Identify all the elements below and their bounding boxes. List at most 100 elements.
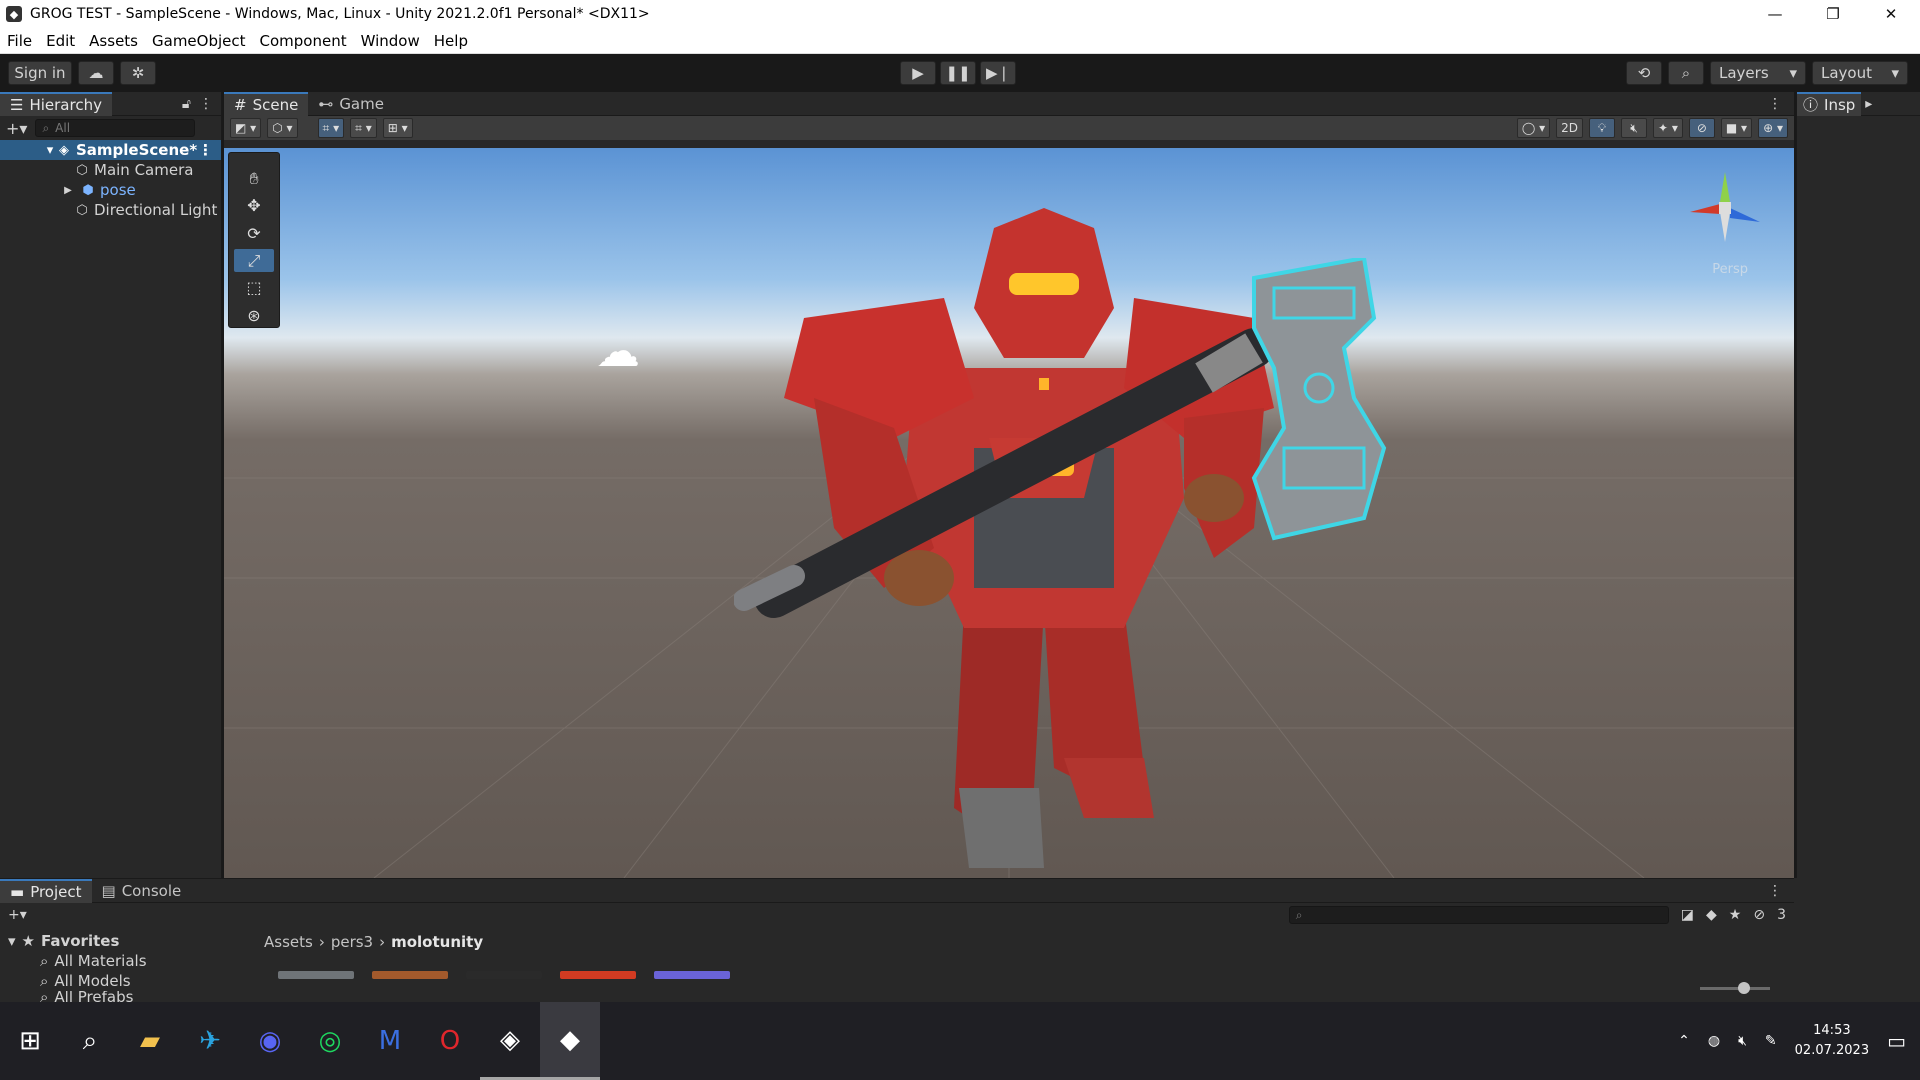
breadcrumb-item-current[interactable]: molotunity: [391, 933, 483, 951]
snap-increment-dropdown[interactable]: ⌗ ▾: [350, 118, 377, 138]
move-tool-icon[interactable]: ✥: [234, 194, 274, 217]
unity-editor-icon[interactable]: ◆: [540, 1002, 600, 1080]
minimize-button[interactable]: —: [1746, 0, 1804, 28]
asset-thumbnail[interactable]: [278, 971, 354, 979]
pause-button[interactable]: ❚❚: [940, 61, 976, 85]
project-search-input[interactable]: ⌕: [1288, 906, 1669, 924]
asset-thumbnail[interactable]: [372, 971, 448, 979]
hand-tool-icon[interactable]: ✋︎: [234, 167, 274, 190]
favorites-header[interactable]: ▾ ★ Favorites: [0, 931, 250, 951]
windows-start-icon[interactable]: ⊞: [0, 1002, 60, 1080]
history-icon[interactable]: ⟲: [1626, 61, 1662, 85]
asset-thumbnail[interactable]: [654, 971, 730, 979]
cloud-icon[interactable]: ☁: [78, 61, 114, 85]
camera-gizmo-icon[interactable]: ☁: [596, 326, 640, 377]
render-mode-dropdown[interactable]: ⬡ ▾: [267, 118, 298, 138]
notifications-icon[interactable]: ▭: [1887, 1029, 1906, 1053]
menu-assets[interactable]: Assets: [82, 32, 145, 50]
lock-icon[interactable]: 🔓︎: [182, 96, 199, 112]
effects-dropdown[interactable]: ✦ ▾: [1653, 118, 1683, 138]
tab-scene[interactable]: # Scene: [224, 91, 309, 116]
shading-dropdown[interactable]: ◯ ▾: [1516, 118, 1551, 138]
transform-tool-icon[interactable]: ⊛: [234, 304, 274, 327]
layers-dropdown[interactable]: Layers ▾: [1710, 61, 1806, 85]
add-icon[interactable]: +▾: [6, 119, 27, 138]
toggle-2d-button[interactable]: 2D: [1556, 118, 1583, 138]
lighting-toggle-icon[interactable]: 💡︎: [1589, 118, 1615, 138]
tab-inspector[interactable]: ⓘ Insp: [1797, 91, 1862, 116]
close-button[interactable]: ✕: [1862, 0, 1920, 28]
hierarchy-item-directional-light[interactable]: ⬡ Directional Light: [0, 200, 221, 220]
restore-button[interactable]: ❐: [1804, 0, 1862, 28]
menu-edit[interactable]: Edit: [39, 32, 82, 50]
file-explorer-icon[interactable]: ▰: [120, 1002, 180, 1080]
camera-dropdown[interactable]: ■ ▾: [1720, 118, 1753, 138]
malwarebytes-icon[interactable]: M: [360, 1002, 420, 1080]
favorite-item[interactable]: ⌕ All Models: [0, 971, 250, 991]
discord-icon[interactable]: ◉: [240, 1002, 300, 1080]
rect-tool-icon[interactable]: ⬚: [234, 276, 274, 299]
grid-visibility-dropdown[interactable]: ⊞ ▾: [382, 118, 413, 138]
filter-label-icon[interactable]: ◆: [1706, 907, 1717, 923]
collab-icon[interactable]: ✲: [120, 61, 156, 85]
orientation-gizmo[interactable]: [1680, 162, 1770, 252]
clock[interactable]: 14:53 02.07.2023: [1795, 1021, 1869, 1061]
more-menu-icon[interactable]: ⋮: [199, 96, 221, 112]
rotate-tool-icon[interactable]: ⟳: [234, 222, 274, 245]
menu-window[interactable]: Window: [354, 32, 427, 50]
expand-arrow-icon[interactable]: ▾: [8, 932, 16, 950]
chevron-right-icon[interactable]: ▸: [1861, 96, 1872, 112]
tab-game[interactable]: ⊷ Game: [308, 92, 394, 116]
more-menu-icon[interactable]: ⋮: [1768, 883, 1794, 899]
thumbnail-size-slider[interactable]: [1700, 987, 1770, 990]
hierarchy-item-main-camera[interactable]: ⬡ Main Camera: [0, 160, 221, 180]
sign-in-button[interactable]: Sign in: [8, 61, 72, 85]
expand-arrow-icon[interactable]: ▶: [60, 182, 76, 198]
play-button[interactable]: ▶: [900, 61, 936, 85]
menu-component[interactable]: Component: [253, 32, 354, 50]
menu-gameobject[interactable]: GameObject: [145, 32, 253, 50]
hierarchy-scene-row[interactable]: ▾ ◈ SampleScene* ⋮: [0, 140, 221, 160]
hidden-packages-icon[interactable]: ⊘: [1753, 907, 1765, 923]
breadcrumb-item[interactable]: Assets: [264, 933, 313, 951]
unity-hub-icon[interactable]: ◈: [480, 1002, 540, 1080]
menu-file[interactable]: File: [0, 32, 39, 50]
gizmos-dropdown[interactable]: ⊕ ▾: [1758, 118, 1788, 138]
opera-icon[interactable]: O: [420, 1002, 480, 1080]
search-icon[interactable]: ⌕: [60, 1002, 120, 1080]
expand-arrow-icon[interactable]: ▾: [42, 142, 58, 158]
hidden-objects-icon[interactable]: ⊘: [1688, 118, 1715, 138]
tab-hierarchy[interactable]: ☰ Hierarchy: [0, 91, 112, 116]
add-icon[interactable]: +▾: [8, 907, 27, 923]
more-menu-icon[interactable]: ⋮: [1768, 96, 1794, 112]
more-menu-icon[interactable]: ⋮: [198, 141, 221, 159]
hammer-model[interactable]: [734, 258, 1434, 678]
slider-handle[interactable]: [1738, 982, 1750, 994]
scene-viewport[interactable]: ☁ ✋︎ ✥ ⟳ ⤢ ⬚ ⊛ Persp: [224, 148, 1794, 878]
scale-tool-icon[interactable]: ⤢: [234, 248, 274, 273]
step-button[interactable]: ▶❘: [980, 61, 1016, 85]
spotify-icon[interactable]: ◎: [300, 1002, 360, 1080]
filter-type-icon[interactable]: ◪: [1681, 907, 1694, 923]
tab-console[interactable]: ▤ Console: [92, 879, 192, 903]
hierarchy-item-pose[interactable]: ▶ ⬢ pose: [0, 180, 221, 200]
draw-mode-dropdown[interactable]: ◩ ▾: [230, 118, 262, 138]
layout-dropdown[interactable]: Layout ▾: [1812, 61, 1908, 85]
asset-thumbnail[interactable]: [466, 971, 542, 979]
hierarchy-search-input[interactable]: ⌕ All: [35, 119, 196, 137]
favorite-star-icon[interactable]: ★: [1729, 907, 1742, 923]
menu-help[interactable]: Help: [427, 32, 475, 50]
grid-snap-button[interactable]: ⌗ ▾: [317, 118, 345, 138]
audio-toggle-icon[interactable]: 🔇︎: [1621, 118, 1647, 138]
search-icon[interactable]: ⌕: [1668, 61, 1704, 85]
perspective-label[interactable]: Persp: [1712, 262, 1748, 277]
telegram-icon[interactable]: ✈: [180, 1002, 240, 1080]
favorite-item[interactable]: ⌕ All Materials: [0, 951, 250, 971]
tab-project[interactable]: ▬ Project: [0, 878, 92, 903]
chevron-up-icon[interactable]: ⌃: [1678, 1033, 1690, 1049]
network-icon[interactable]: ◍: [1708, 1033, 1720, 1049]
volume-muted-icon[interactable]: 🔇︎: [1738, 1033, 1747, 1049]
asset-thumbnail[interactable]: [560, 971, 636, 979]
pen-icon[interactable]: ✎: [1765, 1033, 1777, 1049]
breadcrumb-item[interactable]: pers3: [331, 933, 373, 951]
